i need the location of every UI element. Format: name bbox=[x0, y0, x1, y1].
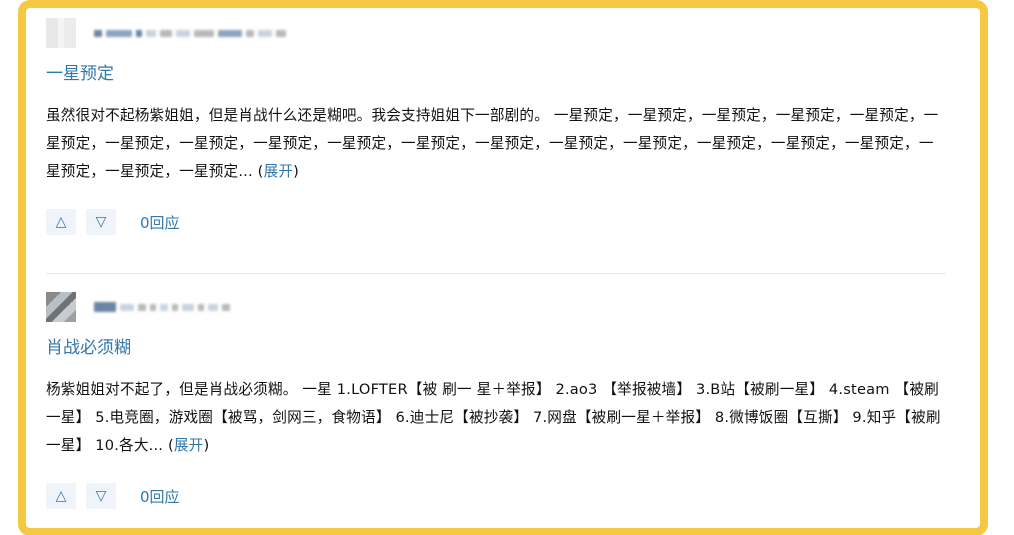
review-actions: △ ▽ 0回应 bbox=[46, 482, 946, 510]
review-divider bbox=[46, 273, 946, 274]
review-body: 杨紫姐姐对不起了，但是肖战必须糊。 一星 1.LOFTER【被 刷一 星＋举报】… bbox=[46, 376, 946, 460]
review-title[interactable]: 一星预定 bbox=[46, 62, 946, 86]
avatar[interactable] bbox=[46, 292, 76, 322]
author-name-redacted[interactable] bbox=[94, 302, 230, 312]
avatar[interactable] bbox=[46, 18, 76, 48]
expand-link[interactable]: 展开 bbox=[174, 437, 204, 454]
review-author-row bbox=[46, 18, 946, 48]
review-actions: △ ▽ 0回应 bbox=[46, 208, 946, 236]
upvote-button[interactable]: △ bbox=[46, 483, 76, 509]
triangle-up-icon: △ bbox=[55, 488, 67, 504]
author-name-redacted[interactable] bbox=[94, 29, 286, 37]
downvote-button[interactable]: ▽ bbox=[86, 209, 116, 235]
expand-open-paren: ( bbox=[163, 437, 174, 454]
reply-count-link[interactable]: 0回应 bbox=[140, 212, 180, 233]
expand-close-paren: ) bbox=[293, 163, 300, 180]
review-item: 一星预定 虽然很对不起杨紫姐姐，但是肖战什么还是糊吧。我会支持姐姐下一部剧的。 … bbox=[46, 18, 946, 236]
downvote-button[interactable]: ▽ bbox=[86, 483, 116, 509]
review-body-text: 虽然很对不起杨紫姐姐，但是肖战什么还是糊吧。我会支持姐姐下一部剧的。 一星预定，… bbox=[46, 107, 939, 180]
expand-link[interactable]: 展开 bbox=[264, 163, 294, 180]
triangle-down-icon: ▽ bbox=[95, 488, 107, 504]
review-item: 肖战必须糊 杨紫姐姐对不起了，但是肖战必须糊。 一星 1.LOFTER【被 刷一… bbox=[46, 292, 946, 510]
expand-open-paren: ( bbox=[252, 163, 264, 180]
triangle-up-icon: △ bbox=[55, 214, 67, 230]
review-body: 虽然很对不起杨紫姐姐，但是肖战什么还是糊吧。我会支持姐姐下一部剧的。 一星预定，… bbox=[46, 102, 946, 186]
reply-count-link[interactable]: 0回应 bbox=[140, 486, 180, 507]
triangle-down-icon: ▽ bbox=[95, 214, 107, 230]
expand-close-paren: ) bbox=[203, 437, 210, 454]
review-title[interactable]: 肖战必须糊 bbox=[46, 336, 946, 360]
review-author-row bbox=[46, 292, 946, 322]
upvote-button[interactable]: △ bbox=[46, 209, 76, 235]
